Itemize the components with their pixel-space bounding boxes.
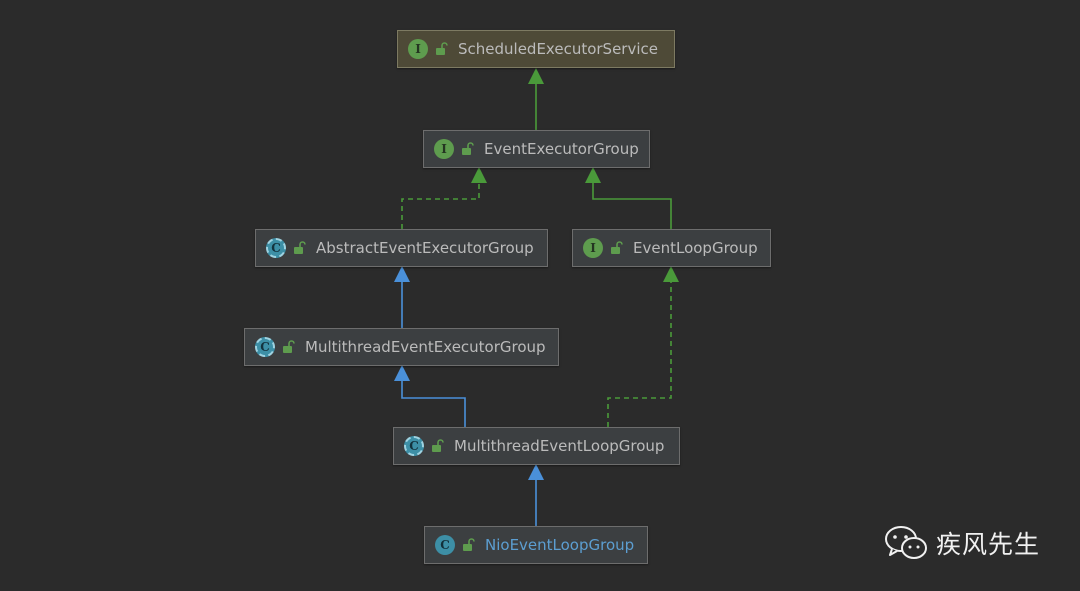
node-label: EventExecutorGroup	[484, 140, 639, 158]
watermark-text: 疾风先生	[936, 530, 1041, 559]
interface-icon: I	[434, 139, 454, 159]
node-label: NioEventLoopGroup	[485, 536, 635, 554]
edge-melg-to-meeg	[394, 365, 466, 427]
class-icon: C	[435, 535, 455, 555]
unlocked-icon	[436, 42, 448, 55]
edge-aeeg-to-eeg	[401, 167, 487, 229]
node-label: MultithreadEventLoopGroup	[454, 437, 665, 455]
interface-icon: I	[408, 39, 428, 59]
node-label: MultithreadEventExecutorGroup	[305, 338, 546, 356]
node-label: AbstractEventExecutorGroup	[316, 239, 534, 257]
abstract-class-icon: C	[404, 436, 424, 456]
wechat-icon	[885, 526, 927, 559]
edge-melg-to-elg	[607, 266, 679, 427]
node-multithread-event-executor-group[interactable]: C MultithreadEventExecutorGroup	[244, 328, 559, 366]
node-label: EventLoopGroup	[633, 239, 758, 257]
node-label: ScheduledExecutorService	[458, 40, 658, 58]
edges-layer	[394, 68, 679, 526]
node-nio-event-loop-group[interactable]: C NioEventLoopGroup	[424, 526, 648, 564]
unlocked-icon	[462, 142, 474, 155]
node-multithread-event-loop-group[interactable]: C MultithreadEventLoopGroup	[393, 427, 680, 465]
unlocked-icon	[432, 439, 444, 452]
edge-elg-to-eeg	[585, 167, 672, 229]
node-event-loop-group[interactable]: I EventLoopGroup	[572, 229, 771, 267]
unlocked-icon	[283, 340, 295, 353]
unlocked-icon	[611, 241, 623, 254]
interface-icon: I	[583, 238, 603, 258]
unlocked-icon	[294, 241, 306, 254]
node-scheduled-executor-service[interactable]: I ScheduledExecutorService	[397, 30, 675, 68]
abstract-class-icon: C	[266, 238, 286, 258]
node-abstract-event-executor-group[interactable]: C AbstractEventExecutorGroup	[255, 229, 548, 267]
watermark: 疾风先生	[884, 525, 1040, 561]
node-event-executor-group[interactable]: I EventExecutorGroup	[423, 130, 650, 168]
abstract-class-icon: C	[255, 337, 275, 357]
unlocked-icon	[463, 538, 475, 551]
